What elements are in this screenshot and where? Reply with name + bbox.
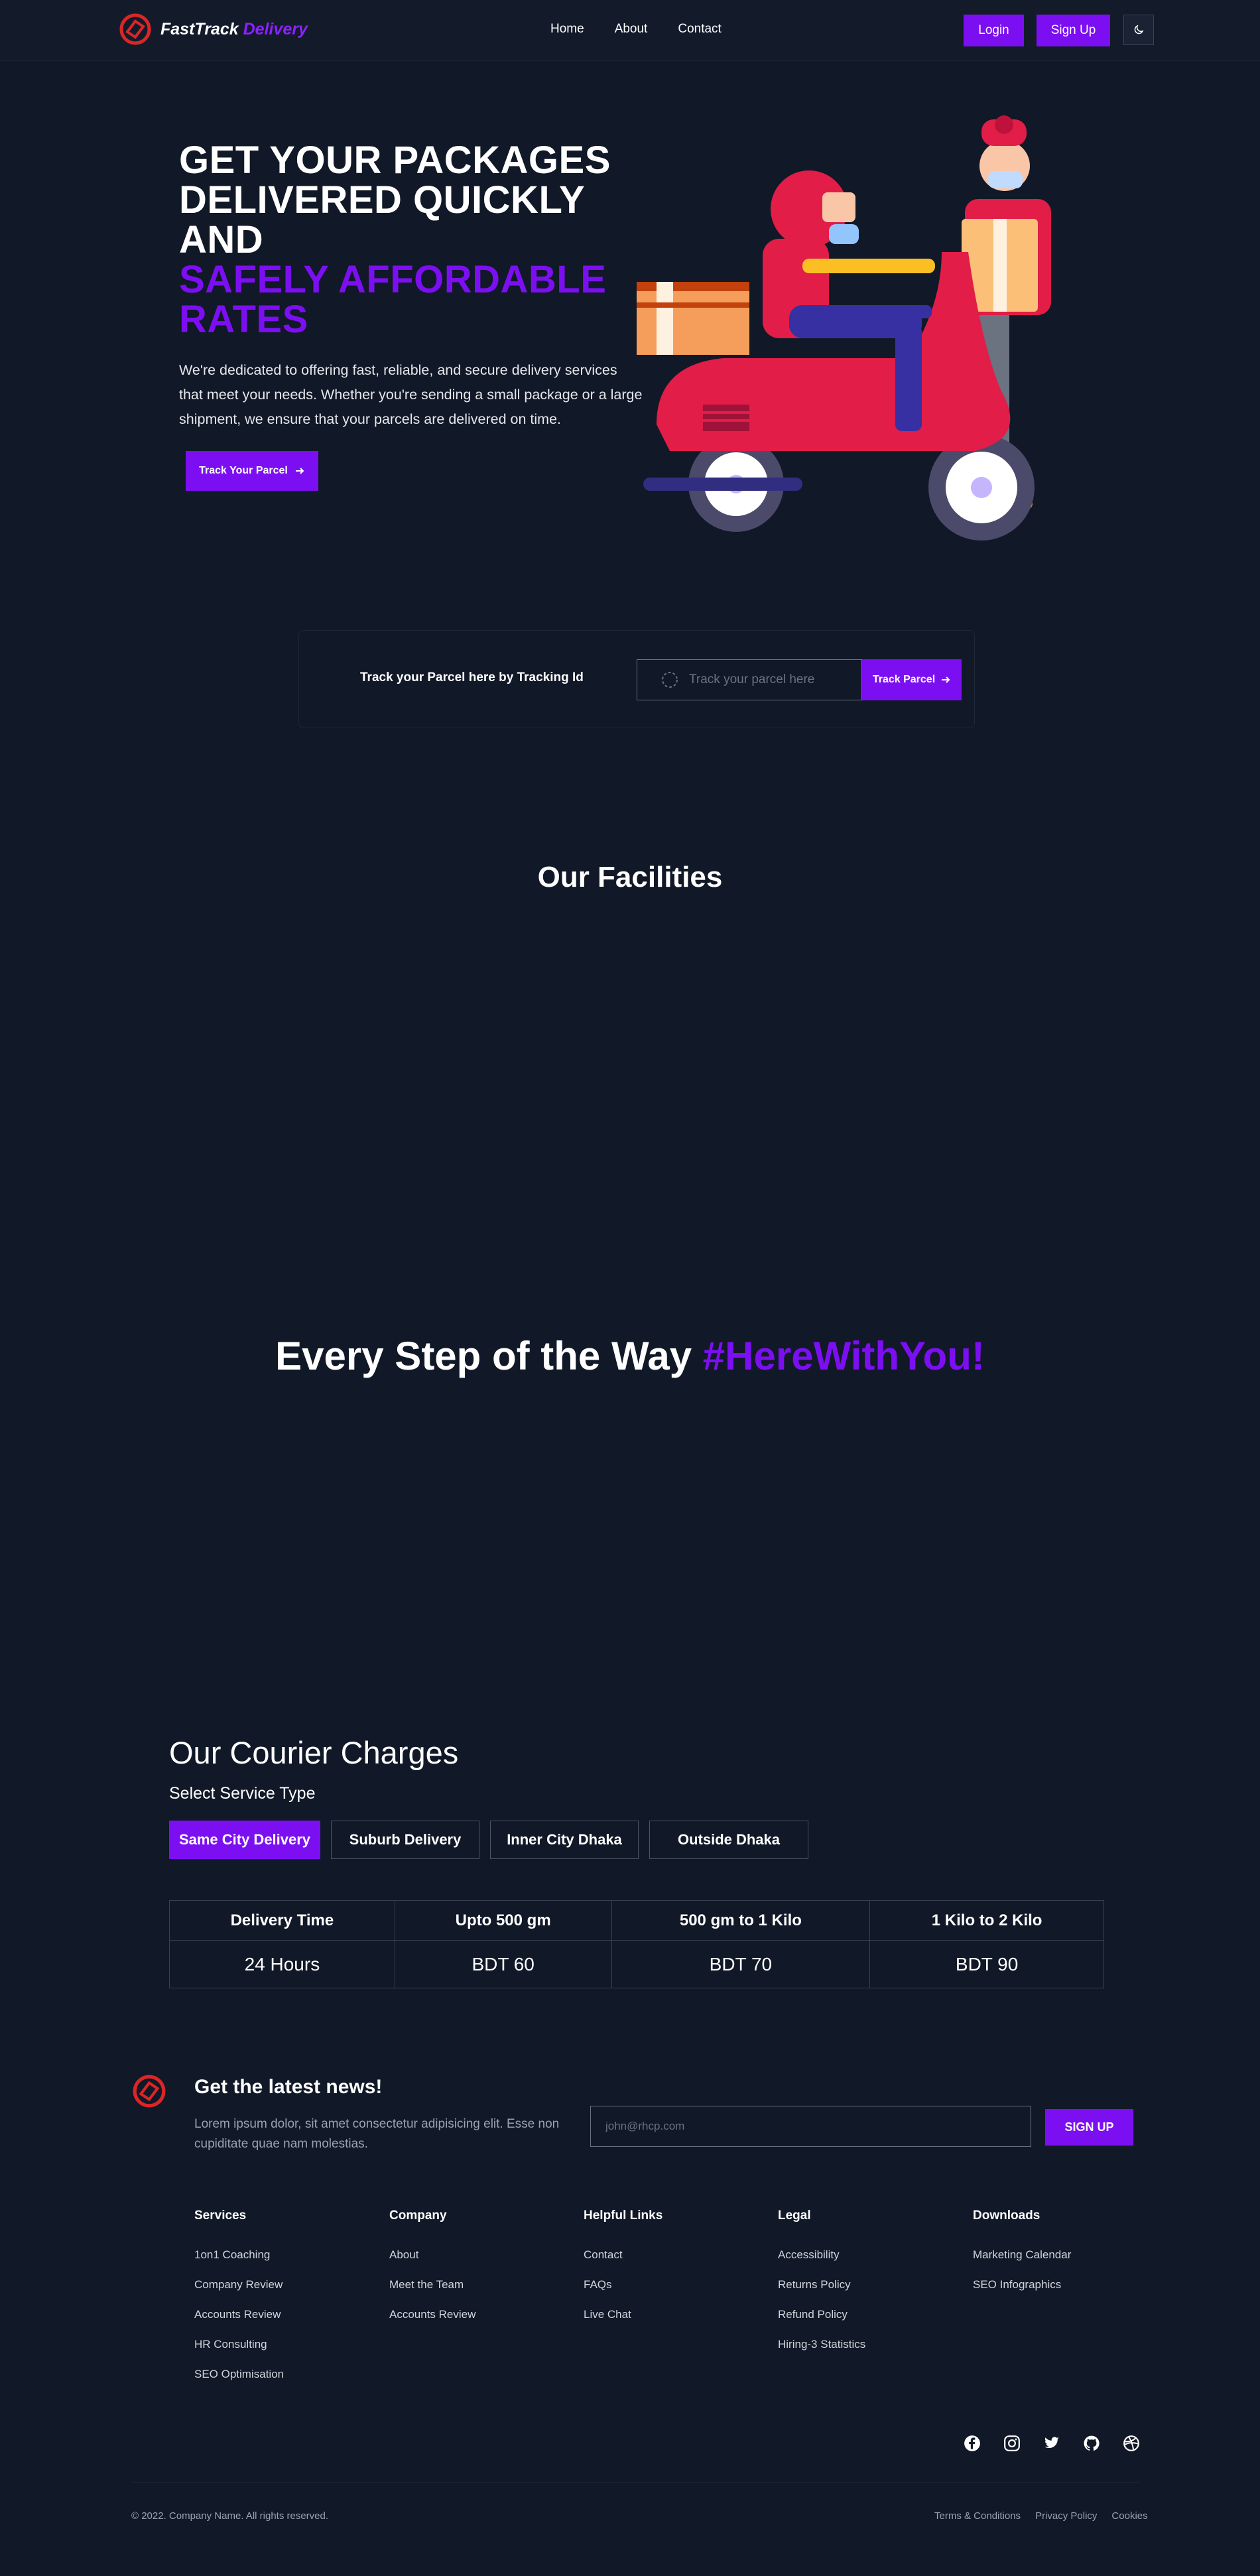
tracking-input-wrapper[interactable] — [637, 659, 862, 700]
footer-link[interactable]: Accessibility — [778, 2248, 865, 2278]
track-parcel-label: Track Parcel — [872, 674, 936, 685]
newsletter-heading: Get the latest news! — [194, 2076, 383, 2098]
hero-cta-label: Track Your Parcel — [199, 465, 288, 476]
login-button[interactable]: Login — [964, 15, 1024, 46]
footer-link[interactable]: Company Review — [194, 2278, 284, 2308]
tab-outside-dhaka[interactable]: Outside Dhaka — [649, 1821, 808, 1859]
hashtag-text: #HereWithYou! — [702, 1334, 985, 1378]
table-cell: BDT 60 — [394, 1940, 612, 1988]
footer-column-legal: Legal Accessibility Returns Policy Refun… — [778, 2209, 865, 2368]
footer-link[interactable]: Returns Policy — [778, 2278, 865, 2308]
footer-column-title: Legal — [778, 2209, 811, 2222]
nav-link-contact[interactable]: Contact — [678, 22, 721, 36]
every-step-text: Every Step of the Way — [275, 1334, 692, 1378]
copyright-text: © 2022. Company Name. All rights reserve… — [131, 2510, 329, 2522]
footer-link[interactable]: HR Consulting — [194, 2338, 284, 2368]
privacy-link[interactable]: Privacy Policy — [1035, 2510, 1097, 2522]
footer-column-title: Helpful Links — [584, 2209, 663, 2222]
footer-link[interactable]: Accounts Review — [389, 2308, 475, 2338]
facebook-icon[interactable] — [962, 2433, 983, 2454]
footer-column-downloads: Downloads Marketing Calendar SEO Infogra… — [973, 2209, 1071, 2308]
twitter-icon[interactable] — [1041, 2433, 1062, 2454]
newsletter-signup-button[interactable]: SIGN UP — [1045, 2109, 1133, 2146]
logo-text: FastTrack Delivery — [160, 20, 308, 39]
footer-link[interactable]: Refund Policy — [778, 2308, 865, 2338]
dribbble-icon[interactable] — [1121, 2433, 1142, 2454]
arrow-right-icon — [295, 468, 304, 474]
footer-logo-icon — [133, 2075, 166, 2108]
tab-same-city-delivery[interactable]: Same City Delivery — [169, 1821, 320, 1859]
logo-accent: Delivery — [243, 19, 308, 38]
footer-link[interactable]: SEO Infographics — [973, 2278, 1071, 2308]
nav-link-home[interactable]: Home — [550, 22, 584, 36]
footer-link[interactable]: Accounts Review — [194, 2308, 284, 2338]
newsletter-email-input[interactable] — [590, 2106, 1031, 2147]
tracking-label: Track your Parcel here by Tracking Id — [360, 671, 584, 684]
instagram-icon[interactable] — [1001, 2433, 1023, 2454]
tab-inner-city-dhaka[interactable]: Inner City Dhaka — [490, 1821, 639, 1859]
social-links — [962, 2433, 1142, 2454]
tab-suburb-delivery[interactable]: Suburb Delivery — [331, 1821, 479, 1859]
service-type-label: Select Service Type — [169, 1784, 316, 1803]
signup-button[interactable]: Sign Up — [1037, 15, 1110, 46]
crosshair-icon — [662, 672, 678, 688]
delivery-scooter-illustration — [637, 115, 1051, 541]
moon-icon — [1134, 25, 1144, 34]
table-header: Upto 500 gm — [394, 1900, 612, 1941]
nav-link-about[interactable]: About — [615, 22, 648, 36]
courier-charges-table: Delivery Time Upto 500 gm 500 gm to 1 Ki… — [169, 1900, 1104, 1988]
hero-title-accent1: SAFELY AFFORDABLE — [179, 258, 607, 301]
footer-column-title: Downloads — [973, 2209, 1040, 2222]
nav-links: Home About Contact — [550, 22, 722, 36]
table-header: 1 Kilo to 2 Kilo — [869, 1900, 1104, 1941]
footer-column-title: Services — [194, 2209, 247, 2222]
footer-link[interactable]: Contact — [584, 2248, 662, 2278]
arrow-right-icon — [942, 676, 950, 683]
theme-toggle-button[interactable] — [1123, 15, 1154, 45]
table-header: Delivery Time — [169, 1900, 395, 1941]
track-parcel-button[interactable]: Track Parcel — [862, 659, 962, 700]
terms-link[interactable]: Terms & Conditions — [934, 2510, 1021, 2522]
footer-column-helpful-links: Helpful Links Contact FAQs Live Chat — [584, 2209, 662, 2338]
github-icon[interactable] — [1081, 2433, 1102, 2454]
table-row: 24 Hours BDT 60 BDT 70 BDT 90 — [169, 1940, 1104, 1988]
hero-title-line1: GET YOUR PACKAGES — [179, 139, 611, 182]
cookies-link[interactable]: Cookies — [1111, 2510, 1147, 2522]
top-navbar: FastTrack Delivery Home About Contact Lo… — [0, 0, 1260, 61]
hero-heading: GET YOUR PACKAGES DELIVERED QUICKLY AND … — [179, 141, 617, 340]
table-cell: 24 Hours — [169, 1940, 395, 1988]
table-header-row: Delivery Time Upto 500 gm 500 gm to 1 Ki… — [169, 1900, 1104, 1941]
footer-column-title: Company — [389, 2209, 447, 2222]
hero-title-line3: AND — [179, 218, 264, 261]
footer-link[interactable]: SEO Optimisation — [194, 2368, 284, 2398]
hero-description: We're dedicated to offering fast, reliab… — [179, 362, 643, 427]
footer-column-services: Services 1on1 Coaching Company Review Ac… — [194, 2209, 284, 2398]
hero-title-accent2: RATES — [179, 298, 308, 341]
logo-icon — [119, 13, 151, 45]
track-your-parcel-button[interactable]: Track Your Parcel — [186, 451, 318, 491]
every-step-heading: Every Step of the Way #HereWithYou! — [0, 1333, 1260, 1379]
logo-prefix: FastTrack — [160, 19, 239, 38]
brand-logo[interactable]: FastTrack Delivery — [118, 12, 308, 46]
table-header: 500 gm to 1 Kilo — [611, 1900, 871, 1941]
footer-link[interactable]: Live Chat — [584, 2308, 662, 2338]
hero-title-line2: DELIVERED QUICKLY — [179, 178, 586, 222]
footer-column-company: Company About Meet the Team Accounts Rev… — [389, 2209, 475, 2338]
footer-link[interactable]: Hiring-3 Statistics — [778, 2338, 865, 2368]
facilities-heading: Our Facilities — [537, 861, 723, 893]
footer-link[interactable]: Marketing Calendar — [973, 2248, 1071, 2278]
newsletter-description: Lorem ipsum dolor, sit amet consectetur … — [194, 2117, 560, 2151]
footer-link[interactable]: About — [389, 2248, 475, 2278]
courier-charges-heading: Our Courier Charges — [169, 1735, 459, 1770]
legal-links: Terms & Conditions Privacy Policy Cookie… — [934, 2510, 1148, 2522]
tracking-id-input[interactable] — [678, 672, 857, 688]
table-cell: BDT 70 — [611, 1940, 871, 1988]
footer-link[interactable]: 1on1 Coaching — [194, 2248, 284, 2278]
footer-link[interactable]: FAQs — [584, 2278, 662, 2308]
service-type-tabs: Same City Delivery Suburb Delivery Inner… — [169, 1821, 808, 1859]
table-cell: BDT 90 — [869, 1940, 1104, 1988]
footer-link[interactable]: Meet the Team — [389, 2278, 475, 2308]
